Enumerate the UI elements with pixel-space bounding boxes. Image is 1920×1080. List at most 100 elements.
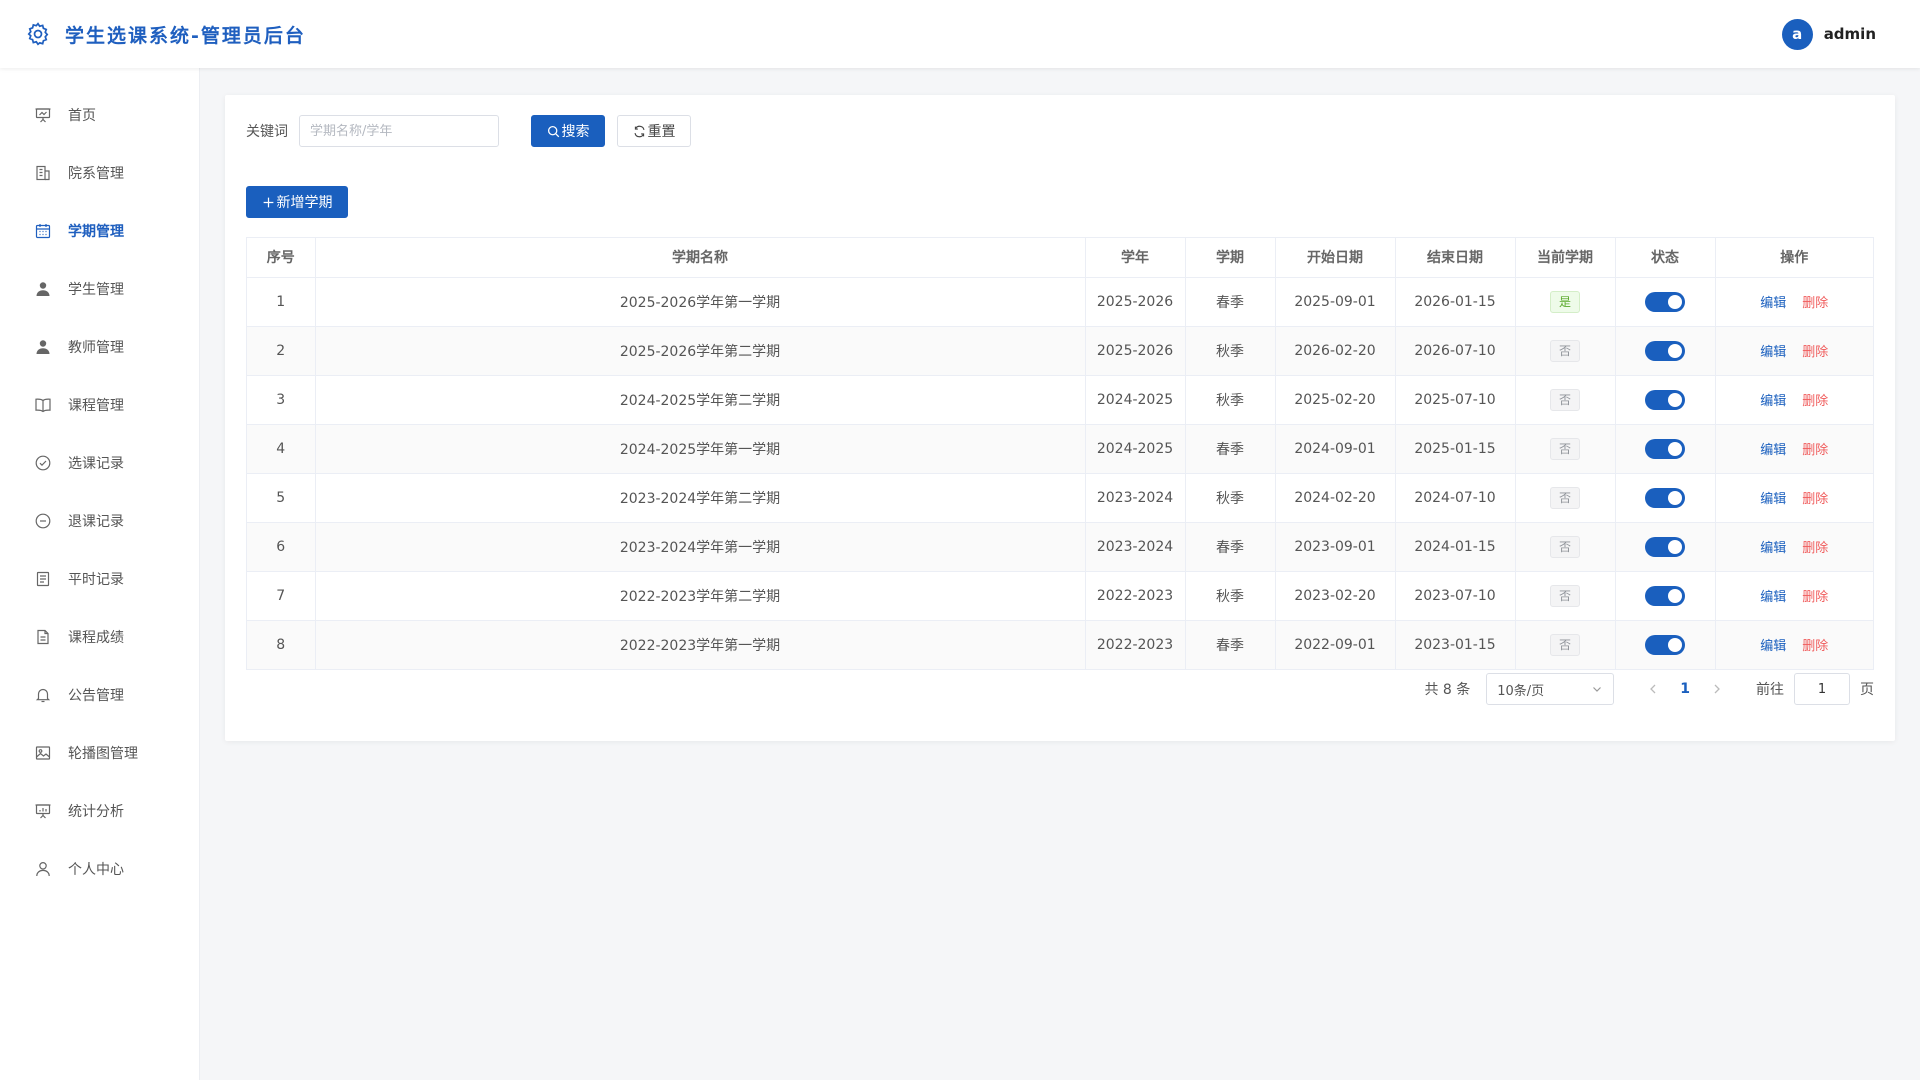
sidebar-item-8[interactable]: 平时记录: [0, 550, 199, 608]
page-number-current[interactable]: 1: [1680, 681, 1690, 697]
edit-button[interactable]: 编辑: [1760, 394, 1786, 409]
current-tag: 是: [1549, 290, 1580, 313]
status-toggle[interactable]: [1645, 585, 1685, 606]
picture-icon: [35, 746, 51, 760]
cell-index: 3: [247, 375, 316, 425]
app-title: 学生选课系统-管理员后台: [65, 24, 306, 47]
goto-page-input[interactable]: [1794, 673, 1850, 705]
chevron-right-icon[interactable]: [1710, 682, 1724, 696]
cell-academic-year: 2022-2023: [1085, 571, 1186, 621]
add-semester-label: 新增学期: [276, 195, 333, 211]
status-toggle[interactable]: [1645, 291, 1685, 312]
edit-button[interactable]: 编辑: [1760, 345, 1786, 360]
sidebar-item-5[interactable]: 课程管理: [0, 376, 199, 434]
delete-button[interactable]: 删除: [1802, 443, 1828, 458]
sidebar-item-label: 平时记录: [68, 572, 124, 588]
username[interactable]: admin: [1824, 25, 1876, 43]
delete-button[interactable]: 删除: [1802, 639, 1828, 654]
add-semester-button[interactable]: 新增学期: [246, 186, 348, 218]
sidebar-item-9[interactable]: 课程成绩: [0, 608, 199, 666]
reset-button-label: 重置: [647, 124, 676, 140]
document-icon: [37, 629, 49, 645]
cell-actions: 编辑 删除: [1715, 277, 1873, 327]
status-toggle[interactable]: [1645, 340, 1685, 361]
cell-term: 秋季: [1185, 375, 1276, 425]
delete-button[interactable]: 删除: [1802, 492, 1828, 507]
cell-index: 1: [247, 277, 316, 327]
edit-button[interactable]: 编辑: [1760, 296, 1786, 311]
cell-semester-name: 2023-2024学年第二学期: [315, 473, 1086, 523]
cell-start-date: 2023-02-20: [1275, 571, 1396, 621]
status-toggle[interactable]: [1645, 438, 1685, 459]
semester-card: 关键词 搜索 重置 新增学期 序号学期名称学年学期开始日期结束日期当前学期状态操…: [225, 95, 1895, 741]
sidebar-item-0[interactable]: 首页: [0, 86, 199, 144]
delete-button[interactable]: 删除: [1802, 296, 1828, 311]
cell-end-date: 2025-01-15: [1395, 424, 1516, 474]
column-header: 序号: [247, 238, 316, 278]
sidebar-item-6[interactable]: 选课记录: [0, 434, 199, 492]
cell-term: 秋季: [1185, 571, 1276, 621]
status-toggle[interactable]: [1645, 536, 1685, 557]
toggle-knob: [1668, 539, 1682, 554]
status-toggle[interactable]: [1645, 634, 1685, 655]
user-menu[interactable]: a admin: [1781, 18, 1876, 50]
column-header: 开始日期: [1275, 238, 1396, 278]
sidebar-item-1[interactable]: 院系管理: [0, 144, 199, 202]
reset-button[interactable]: 重置: [617, 115, 691, 147]
presentation-icon: [35, 108, 51, 123]
search-button[interactable]: 搜索: [531, 115, 605, 147]
sidebar-item-4[interactable]: 教师管理: [0, 318, 199, 376]
plus-icon: [263, 197, 273, 207]
table-row: 2 2025-2026学年第二学期 2025-2026 秋季 2026-02-20 202…: [247, 326, 1873, 376]
keyword-label: 关键词: [246, 124, 288, 140]
delete-button[interactable]: 删除: [1802, 590, 1828, 605]
edit-button[interactable]: 编辑: [1760, 639, 1786, 654]
delete-button[interactable]: 删除: [1802, 541, 1828, 556]
sidebar-item-label: 统计分析: [68, 804, 124, 820]
table-row: 1 2025-2026学年第一学期 2025-2026 春季 2025-09-01 202…: [247, 277, 1873, 327]
keyword-input[interactable]: [299, 115, 499, 147]
cell-end-date: 2024-01-15: [1395, 522, 1516, 572]
cell-term: 秋季: [1185, 473, 1276, 523]
cell-semester-name: 2022-2023学年第二学期: [315, 571, 1086, 621]
sidebar-item-2[interactable]: 学期管理: [0, 202, 199, 260]
sidebar-item-label: 轮播图管理: [68, 746, 138, 762]
calendar-icon: [35, 224, 51, 239]
cell-start-date: 2024-09-01: [1275, 424, 1396, 474]
edit-button[interactable]: 编辑: [1760, 443, 1786, 458]
sidebar-item-7[interactable]: 退课记录: [0, 492, 199, 550]
toggle-knob: [1668, 490, 1682, 505]
sidebar-item-13[interactable]: 个人中心: [0, 840, 199, 898]
cell-actions: 编辑 删除: [1715, 620, 1873, 669]
cell-current: 否: [1515, 522, 1616, 572]
page-size-select[interactable]: 10条/页: [1486, 673, 1615, 705]
edit-button[interactable]: 编辑: [1760, 541, 1786, 556]
status-toggle[interactable]: [1645, 389, 1685, 410]
cell-status: [1615, 326, 1716, 376]
cell-actions: 编辑 删除: [1715, 473, 1873, 523]
cell-start-date: 2024-02-20: [1275, 473, 1396, 523]
edit-button[interactable]: 编辑: [1760, 590, 1786, 605]
delete-button[interactable]: 删除: [1802, 394, 1828, 409]
table-row: 6 2023-2024学年第一学期 2023-2024 春季 2023-09-01 202…: [247, 522, 1873, 572]
sidebar-item-11[interactable]: 轮播图管理: [0, 724, 199, 782]
edit-button[interactable]: 编辑: [1760, 492, 1786, 507]
sidebar-item-3[interactable]: 学生管理: [0, 260, 199, 318]
sidebar-item-label: 首页: [68, 108, 96, 124]
delete-button[interactable]: 删除: [1802, 345, 1828, 360]
cell-academic-year: 2025-2026: [1085, 277, 1186, 327]
cell-end-date: 2026-07-10: [1395, 326, 1516, 376]
chevron-left-icon[interactable]: [1646, 682, 1660, 696]
sidebar-item-12[interactable]: 统计分析: [0, 782, 199, 840]
status-toggle[interactable]: [1645, 487, 1685, 508]
current-tag: 否: [1549, 633, 1580, 656]
brand: 学生选课系统-管理员后台: [25, 21, 306, 48]
avatar[interactable]: a: [1781, 18, 1813, 50]
toggle-knob: [1668, 588, 1682, 603]
cell-start-date: 2022-09-01: [1275, 620, 1396, 669]
cell-start-date: 2025-02-20: [1275, 375, 1396, 425]
minus-circle-icon: [35, 513, 51, 529]
sidebar-item-label: 退课记录: [68, 514, 124, 530]
sidebar-item-10[interactable]: 公告管理: [0, 666, 199, 724]
cell-status: [1615, 277, 1716, 327]
